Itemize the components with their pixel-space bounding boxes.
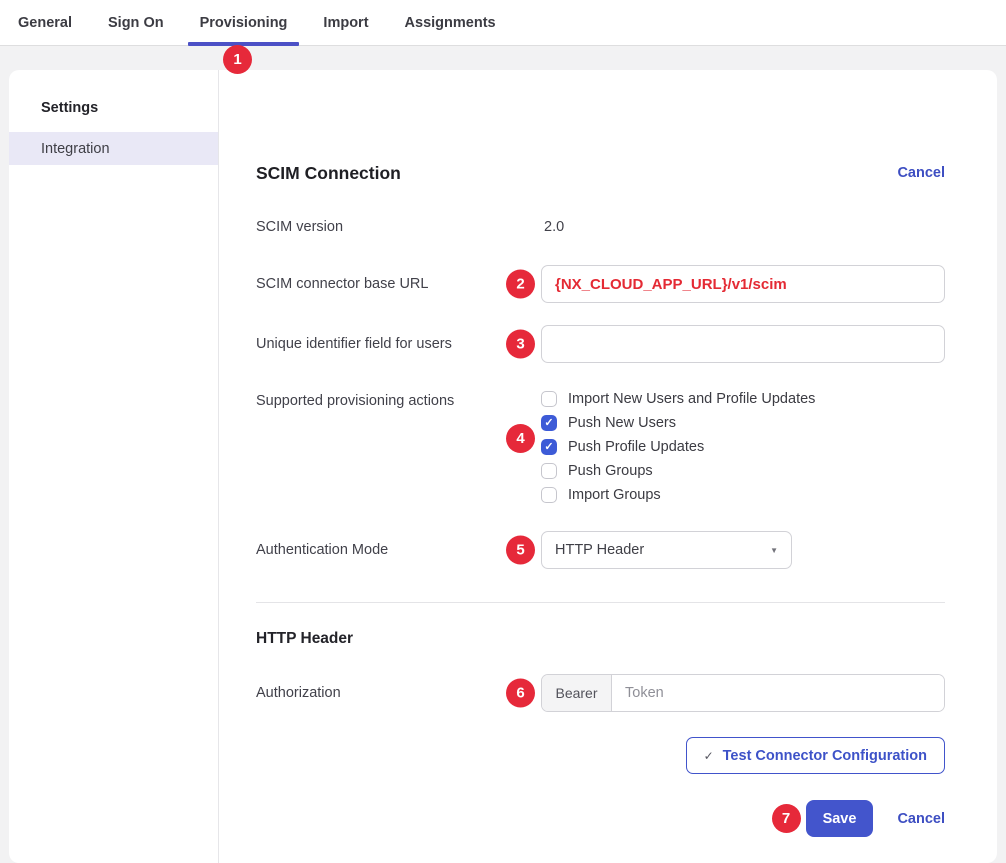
app-tabbar: General Sign On Provisioning Import Assi…: [0, 0, 1006, 46]
checkbox-import-groups[interactable]: ✓ Import Groups: [541, 483, 945, 507]
http-header-section-title: HTTP Header: [256, 630, 945, 650]
authorization-label: Authorization: [256, 674, 541, 712]
check-icon: ✓: [704, 749, 714, 763]
tab-sign-on[interactable]: Sign On: [90, 0, 182, 45]
base-url-label: SCIM connector base URL: [256, 265, 541, 303]
scim-version-label: SCIM version: [256, 215, 541, 239]
check-icon: ✓: [544, 418, 553, 429]
unique-id-input[interactable]: [541, 325, 945, 363]
section-divider: [256, 602, 945, 603]
checkbox-import-new-users[interactable]: ✓ Import New Users and Profile Updates: [541, 387, 945, 411]
checkbox-box[interactable]: ✓: [541, 415, 557, 431]
auth-mode-select[interactable]: HTTP Header ▼: [541, 531, 792, 569]
scim-version-value: 2.0: [541, 215, 945, 239]
test-connector-configuration-button[interactable]: ✓ Test Connector Configuration: [686, 737, 945, 774]
cancel-link-top[interactable]: Cancel: [897, 165, 945, 181]
tab-import[interactable]: Import: [305, 0, 386, 45]
authorization-row: Authorization 6 Bearer: [256, 674, 945, 712]
checkbox-push-new-users[interactable]: ✓ Push New Users: [541, 411, 945, 435]
tab-assignments[interactable]: Assignments: [387, 0, 514, 45]
settings-sidebar: Settings Integration: [9, 70, 219, 863]
checkbox-box[interactable]: ✓: [541, 391, 557, 407]
provisioning-actions-row: Supported provisioning actions 4 ✓ Impor…: [256, 387, 945, 507]
page-title: SCIM Connection: [256, 163, 401, 184]
tab-general[interactable]: General: [0, 0, 90, 45]
base-url-row: SCIM connector base URL 2: [256, 265, 945, 303]
tab-provisioning[interactable]: Provisioning: [182, 0, 306, 45]
checkbox-push-profile-updates[interactable]: ✓ Push Profile Updates: [541, 435, 945, 459]
bearer-prefix: Bearer: [542, 675, 612, 711]
callout-badge-5: 5: [506, 536, 535, 565]
callout-badge-3: 3: [506, 330, 535, 359]
check-icon: ✓: [544, 442, 553, 453]
checkbox-box[interactable]: ✓: [541, 487, 557, 503]
sidebar-header: Settings: [9, 100, 218, 116]
authorization-input-group: Bearer: [541, 674, 945, 712]
scim-connection-panel: SCIM Connection Cancel SCIM version 2.0 …: [219, 70, 999, 863]
checkbox-label: Push Profile Updates: [568, 439, 704, 455]
checkbox-label: Push New Users: [568, 415, 676, 431]
callout-badge-1: 1: [223, 45, 252, 74]
unique-id-label: Unique identifier field for users: [256, 325, 541, 363]
checkbox-label: Push Groups: [568, 463, 653, 479]
base-url-input[interactable]: [541, 265, 945, 303]
auth-mode-label: Authentication Mode: [256, 531, 541, 569]
checkbox-push-groups[interactable]: ✓ Push Groups: [541, 459, 945, 483]
scim-version-row: SCIM version 2.0: [256, 215, 945, 239]
callout-badge-7: 7: [772, 804, 801, 833]
provisioning-actions-label: Supported provisioning actions: [256, 387, 541, 507]
settings-card: Settings Integration SCIM Connection Can…: [9, 70, 997, 863]
checkbox-label: Import New Users and Profile Updates: [568, 391, 815, 407]
chevron-down-icon: ▼: [770, 546, 778, 555]
checkbox-label: Import Groups: [568, 487, 661, 503]
unique-id-row: Unique identifier field for users 3: [256, 325, 945, 363]
callout-badge-2: 2: [506, 270, 535, 299]
callout-badge-4: 4: [506, 424, 535, 453]
auth-mode-row: Authentication Mode 5 HTTP Header ▼: [256, 531, 945, 569]
checkbox-box[interactable]: ✓: [541, 463, 557, 479]
token-input[interactable]: [612, 675, 944, 711]
save-button[interactable]: Save: [806, 800, 874, 837]
sidebar-item-integration[interactable]: Integration: [9, 132, 218, 165]
callout-badge-6: 6: [506, 679, 535, 708]
test-button-label: Test Connector Configuration: [723, 748, 927, 764]
auth-mode-selected-value: HTTP Header: [555, 542, 644, 558]
checkbox-box[interactable]: ✓: [541, 439, 557, 455]
cancel-link-bottom[interactable]: Cancel: [897, 811, 945, 827]
